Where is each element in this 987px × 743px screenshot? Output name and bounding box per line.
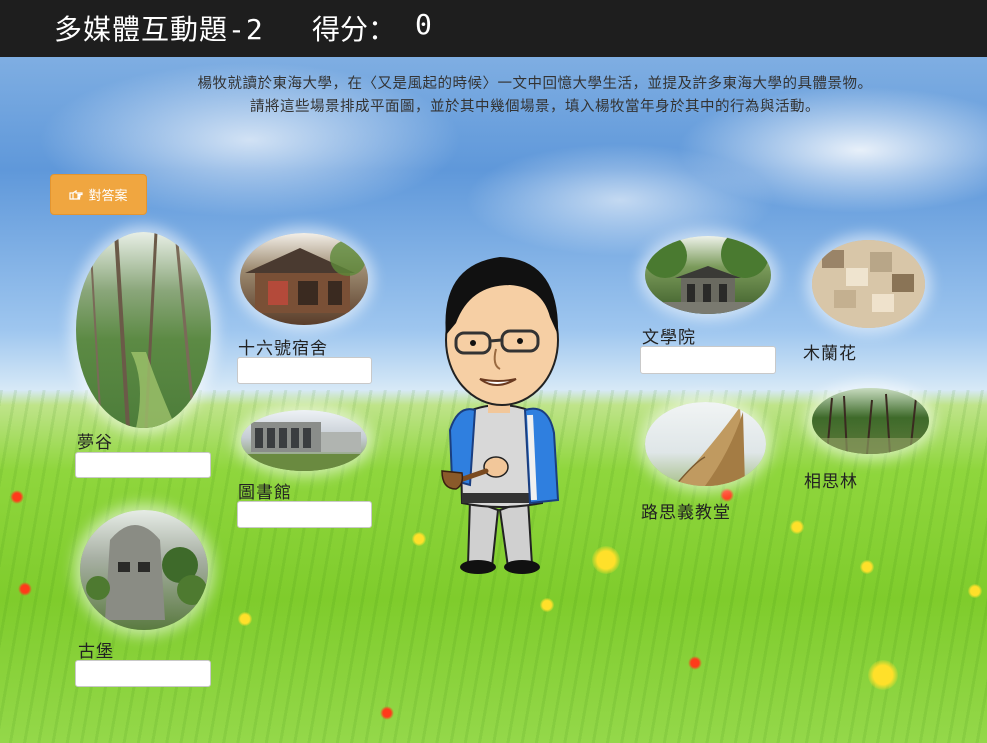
arts-college-photo (645, 236, 771, 314)
flower-decoration (412, 532, 426, 546)
flower-decoration (592, 546, 620, 574)
acacia-forest-label: 相思林 (804, 472, 858, 492)
flower-decoration (968, 584, 982, 598)
flower-decoration (790, 520, 804, 534)
dorm16-photo (240, 233, 368, 325)
dorm16-label: 十六號宿舍 (238, 339, 328, 359)
arts-college-input[interactable] (640, 346, 776, 374)
flower-decoration (380, 706, 394, 720)
flower-decoration (688, 656, 702, 670)
instructions-line-2: 請將這些場景排成平面圖，並於其中幾個場景，填入楊牧當年身於其中的行為與活動。 (250, 99, 820, 115)
flower-decoration (18, 582, 32, 596)
chapel-label: 路思義教堂 (641, 503, 731, 523)
menggu-input[interactable] (75, 452, 211, 478)
castle-input[interactable] (75, 660, 211, 687)
menggu-label: 夢谷 (77, 433, 113, 453)
arts-college-label: 文學院 (642, 328, 696, 348)
check-answer-label: 對答案 (88, 189, 128, 204)
flower-decoration (238, 612, 252, 626)
flower-decoration (10, 490, 24, 504)
app-title: 多媒體互動題-2 (54, 13, 264, 46)
castle-photo (80, 510, 208, 630)
instructions: 楊牧就讀於東海大學，在〈又是風起的時候〉一文中回憶大學生活，並提及許多東海大學的… (110, 73, 960, 119)
score-label: 得分： (312, 13, 397, 46)
library-input[interactable] (237, 501, 372, 528)
dorm16-input[interactable] (237, 357, 372, 384)
yang-mu-character (430, 245, 570, 580)
score-value: 0 (415, 8, 432, 41)
check-answer-button[interactable]: 對答案 (50, 174, 147, 215)
magnolia-photo (812, 240, 925, 328)
menggu-photo (76, 232, 211, 428)
flower-decoration (868, 660, 898, 690)
acacia-forest-photo (812, 388, 929, 454)
hand-point-right-icon (69, 189, 84, 200)
castle-label: 古堡 (78, 642, 114, 662)
instructions-line-1: 楊牧就讀於東海大學，在〈又是風起的時候〉一文中回憶大學生活，並提及許多東海大學的… (197, 76, 873, 92)
library-label: 圖書館 (238, 483, 292, 503)
title-bar: 多媒體互動題-2 得分： 0 (0, 0, 987, 57)
flower-decoration (860, 560, 874, 574)
chapel-photo (645, 402, 766, 486)
library-photo (241, 410, 367, 471)
magnolia-label: 木蘭花 (803, 344, 857, 364)
flower-decoration (540, 598, 554, 612)
